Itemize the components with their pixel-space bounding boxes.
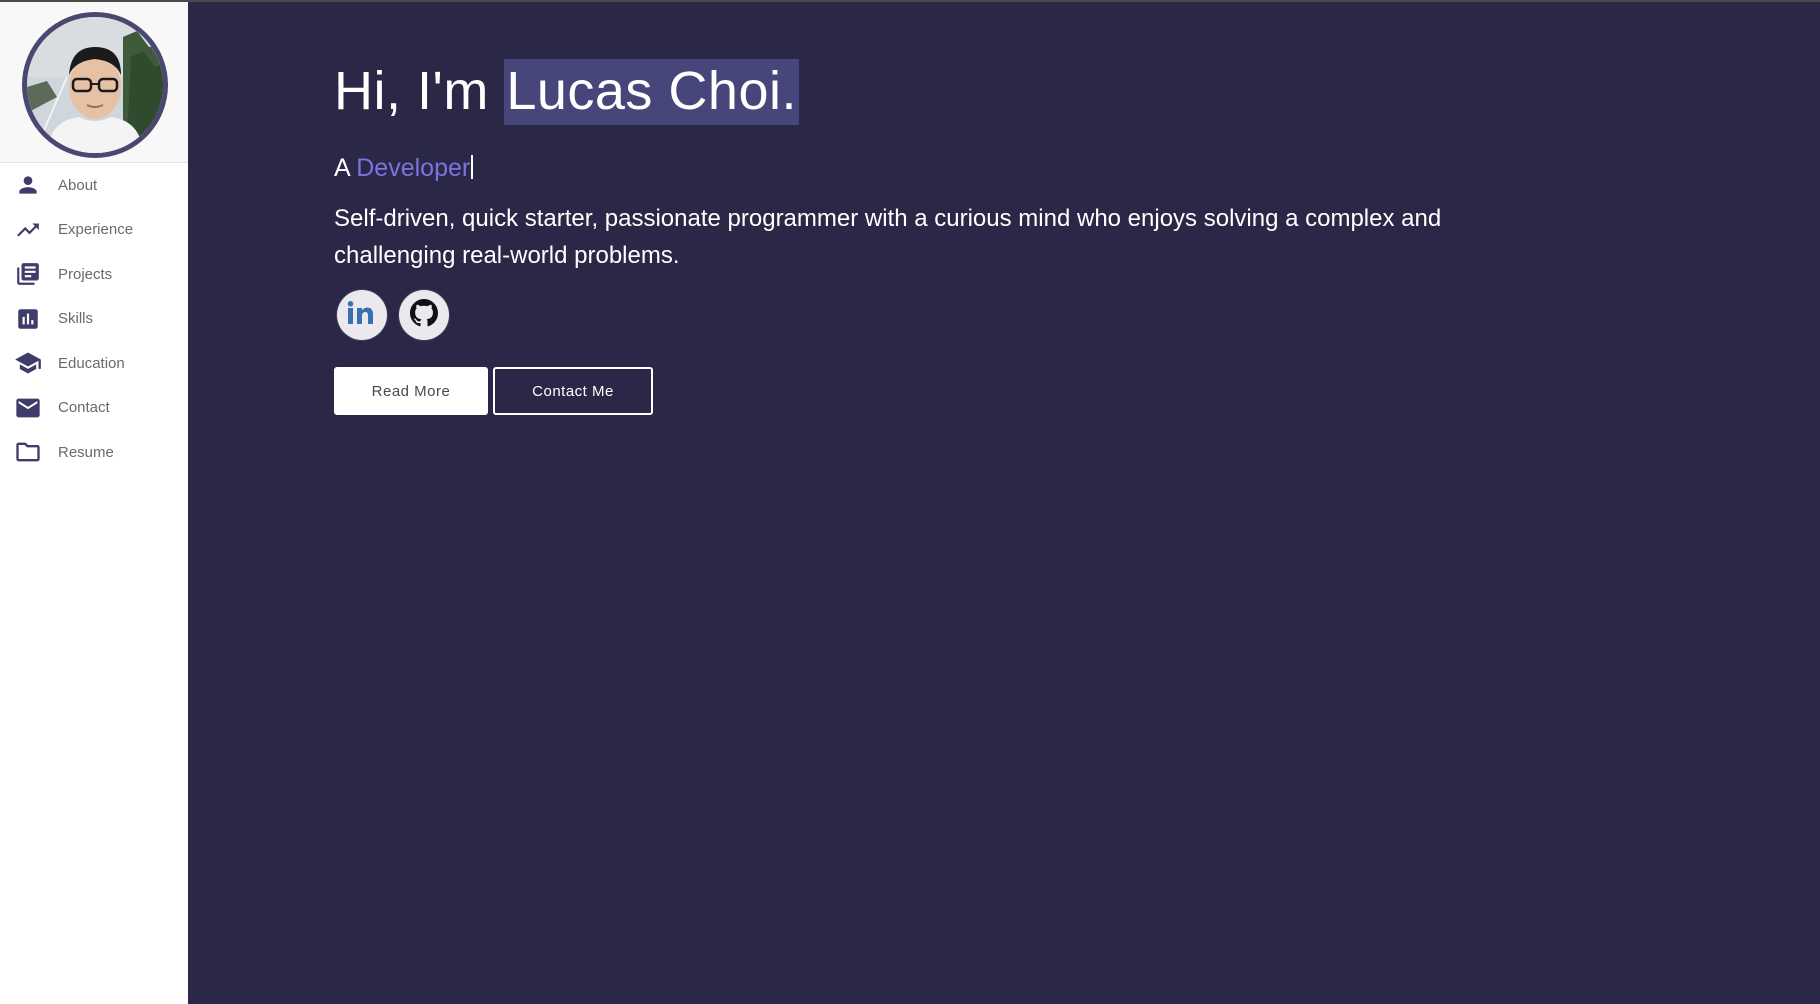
subtitle: A Developer [334,154,474,183]
hero-name: Lucas Choi. [504,59,799,125]
sidebar-item-education[interactable]: Education [0,341,188,386]
subtitle-prefix: A [334,154,357,182]
sidebar-item-about[interactable]: About [0,163,188,208]
github-link[interactable] [399,290,449,340]
social-links [337,290,449,340]
top-border [0,0,1820,2]
greeting-text: Hi, I'm [334,61,505,121]
sidebar-item-label: Projects [58,265,113,283]
sidebar-item-label: Experience [58,221,134,239]
school-icon [14,349,42,377]
folder-icon [14,438,42,466]
trending-up-icon [14,216,42,244]
library-books-icon [14,260,42,288]
sidebar-item-label: Education [58,354,125,372]
cta-buttons: Read More Contact Me [334,367,653,415]
page-title: Hi, I'm Lucas Choi. [334,59,799,125]
person-icon [14,171,42,199]
sidebar-item-experience[interactable]: Experience [0,208,188,253]
contact-me-button[interactable]: Contact Me [493,367,653,415]
bio-text: Self-driven, quick starter, passionate p… [334,205,1442,269]
sidebar-item-contact[interactable]: Contact [0,386,188,431]
avatar [22,12,168,158]
read-more-button[interactable]: Read More [334,367,488,415]
mail-icon [14,394,42,422]
profile-photo [27,17,163,153]
github-icon [410,298,438,332]
sidebar-item-label: Contact [58,399,110,417]
linkedin-icon [347,300,377,330]
sidebar-item-resume[interactable]: Resume [0,430,188,475]
bar-chart-icon [14,305,42,333]
avatar-container [0,2,188,163]
sidebar-item-label: About [58,176,98,194]
sidebar-item-skills[interactable]: Skills [0,297,188,342]
typed-role: Developer [356,154,471,182]
linkedin-link[interactable] [337,290,387,340]
sidebar-item-projects[interactable]: Projects [0,252,188,297]
sidebar: About Experience Projects Skills Educati… [0,2,188,1004]
sidebar-item-label: Resume [58,443,114,461]
sidebar-nav: About Experience Projects Skills Educati… [0,163,188,475]
typing-caret [471,155,474,179]
sidebar-item-label: Skills [58,310,94,328]
